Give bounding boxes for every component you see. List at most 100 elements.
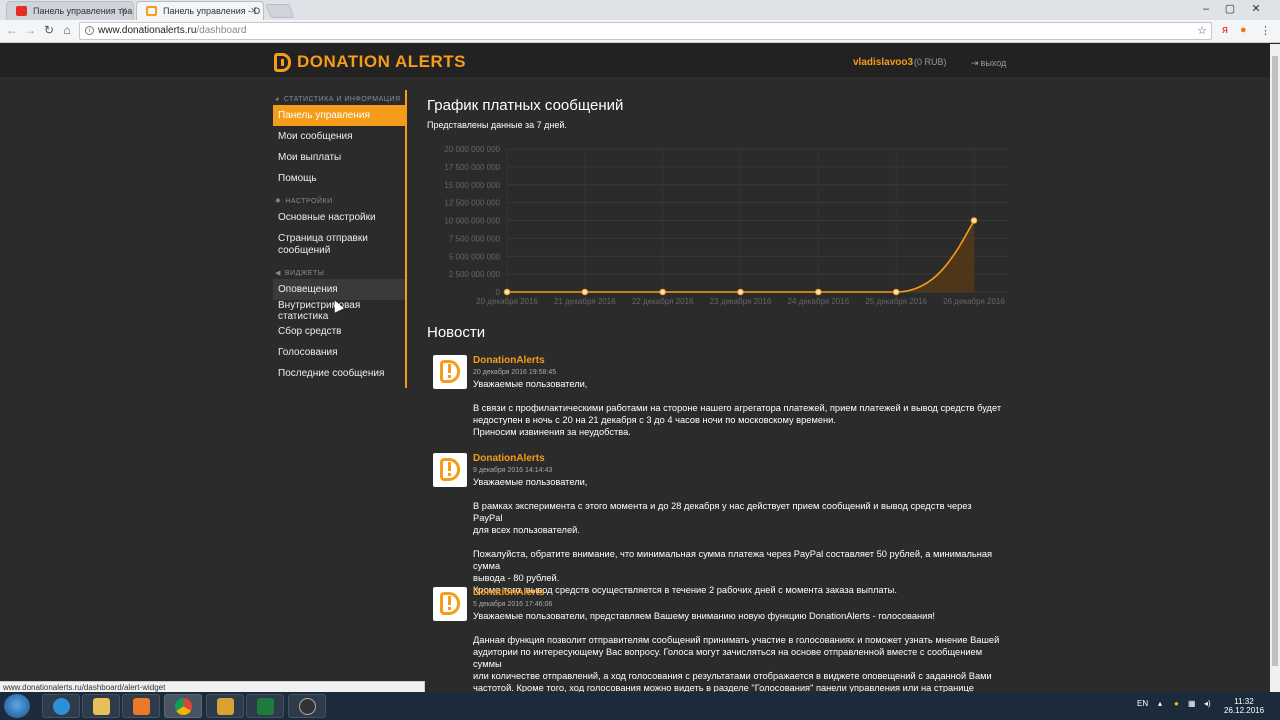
y-tick-label: 5 000 000 000 [449,252,501,261]
site-header: DONATION ALERTS vladislavoo3 (0 RUB) ⇥ вы… [0,44,1270,77]
news-avatar [433,355,467,389]
tray-app-icon[interactable]: ● [1174,699,1179,708]
page-title: График платных сообщений [427,97,624,114]
sidebar-item-alerts[interactable]: Оповещения [273,279,405,300]
back-icon[interactable]: ← [4,23,20,37]
y-tick-label: 12 500 000 000 [444,199,500,208]
address-bar[interactable]: i www.donationalerts.ru/dashboard ☆ [79,22,1212,40]
news-author[interactable]: DonationAlerts [473,355,1003,367]
news-author[interactable]: DonationAlerts [473,587,1003,599]
taskbar-chrome[interactable] [164,694,202,718]
section-title: СТАТИСТИКА И ИНФОРМАЦИЯ [283,95,401,103]
data-point [503,288,511,296]
news-line: Приносим извинения за неудобства. [473,427,631,437]
news-avatar [433,587,467,621]
browser-tab-1[interactable]: Панель управления тра × [6,1,134,20]
sidebar-item-messages[interactable]: Мои сообщения [273,126,405,147]
browser-tab-2[interactable]: Панель управления - D × [136,1,264,20]
news-line: В рамках эксперимента с этого момента и … [473,501,972,523]
language-indicator[interactable]: EN [1137,699,1148,708]
logout-link[interactable]: ⇥ выход [971,58,1006,69]
menu-icon[interactable]: ⋮ [1260,24,1271,37]
browser-toolbar: ← → ↻ ⌂ i www.donationalerts.ru/dashboar… [0,20,1280,43]
news-line: Пожалуйста, обратите внимание, что миним… [473,549,993,571]
new-tab-button[interactable] [265,4,295,18]
sidebar-item-last-messages[interactable]: Последние сообщения [273,363,405,384]
sidebar-item-label: Мои сообщения [278,131,353,142]
donationalerts-favicon-icon [146,6,157,16]
page-scrollbar[interactable] [1270,44,1280,692]
scrollbar-thumb[interactable] [1272,56,1278,666]
info-icon[interactable]: i [85,26,94,35]
news-author[interactable]: DonationAlerts [473,453,1003,465]
logo-text: DONATION ALERTS [297,52,466,71]
sidebar-item-label: Страница отправки сообщений [278,232,368,256]
extension-icon[interactable]: ● [1240,24,1247,36]
news-line: Уважаемые пользователи, [473,477,588,487]
folder-icon [93,698,110,715]
home-icon[interactable]: ⌂ [59,23,75,37]
sidebar-item-label: Голосования [278,347,338,358]
site-logo[interactable]: DONATION ALERTS [274,52,466,72]
sidebar-item-label: Мои выплаты [278,152,342,163]
network-icon[interactable]: ▦ [1188,699,1196,708]
logout-icon: ⇥ [971,58,979,68]
section-title: ВИДЖЕТЫ [284,269,325,277]
username[interactable]: vladislavoo3 [853,57,913,68]
url-host: www.donationalerts.ru [98,25,197,36]
x-tick-label: 22 декабря 2016 [632,297,694,306]
sidebar-item-fundraising[interactable]: Сбор средств [273,321,405,342]
chart-subtitle: Представлены данные за 7 дней. [427,120,567,130]
sidebar-item-dashboard[interactable]: Панель управления [273,105,405,126]
volume-icon[interactable]: ◂) [1204,699,1211,708]
taskbar-explorer[interactable] [82,694,120,718]
bookmark-star-icon[interactable]: ☆ [1197,24,1207,37]
taskbar-app[interactable] [206,694,244,718]
news-line: Уважаемые пользователи, представляем Ваш… [473,611,935,621]
paid-messages-chart: 20 000 000 000 17 500 000 000 15 000 000 0… [427,143,1007,318]
news-line: недоступен в ночь с 20 на 21 декабря с 3… [473,415,836,425]
news-date: 9 декабря 2016 14:14:43 [473,467,553,474]
windows-start-icon[interactable] [4,694,30,718]
maximize-icon[interactable]: ▢ [1218,0,1242,18]
chrome-icon [175,698,192,715]
close-tab-icon[interactable]: × [251,5,257,17]
app-icon [217,698,234,715]
news-line: или количестве отправлений, а ход голосо… [473,671,992,681]
avatar-mark [448,596,451,605]
y-tick-label: 0 [496,288,501,297]
sidebar-item-main-settings[interactable]: Основные настройки [273,207,405,228]
taskbar-obs[interactable] [288,694,326,718]
minimize-icon[interactable]: – [1194,0,1218,18]
clock-time: 11:32 [1234,697,1254,706]
news-title: Новости [427,324,486,341]
reload-icon[interactable]: ↻ [41,23,57,37]
sidebar-item-polls[interactable]: Голосования [273,342,405,363]
sidebar-item-help[interactable]: Помощь [273,168,405,189]
ie-icon [53,698,70,715]
sidebar-item-payouts[interactable]: Мои выплаты [273,147,405,168]
sidebar-section-stats: ◕ СТАТИСТИКА И ИНФОРМАЦИЯ [273,93,405,105]
tray-arrow-icon[interactable]: ▴ [1158,699,1162,708]
sidebar-section-widgets: ◀ ВИДЖЕТЫ [273,267,405,279]
close-window-icon[interactable]: ✕ [1244,0,1268,18]
news-line: Уважаемые пользователи, [473,379,588,389]
forward-icon[interactable]: → [22,23,38,37]
news-text: Уважаемые пользователи, В рамках эксперим… [473,476,1003,596]
y-tick-label: 20 000 000 000 [444,145,500,154]
logo-mark-icon [274,52,291,72]
avatar-mark [448,462,451,471]
news-line: аудитории по интересующему Вас вопросу. … [473,647,983,669]
avatar-mark [448,375,451,378]
taskbar-excel[interactable] [246,694,284,718]
media-player-icon [133,698,150,715]
news-body: DonationAlerts 20 декабря 2016 19:58:45 Ув… [473,355,1003,438]
yandex-extension-icon[interactable]: я [1222,24,1228,36]
tab-title: Панель управления - D [163,6,261,16]
sidebar-item-send-page[interactable]: Страница отправки сообщений [273,228,405,261]
taskbar-ie[interactable] [42,694,80,718]
windows-taskbar: EN ▴ ● ▦ ◂) 11:32 26.12.2016 [0,692,1280,720]
clock[interactable]: 11:32 26.12.2016 [1224,697,1264,715]
taskbar-media[interactable] [122,694,160,718]
close-tab-icon[interactable]: × [121,5,127,17]
